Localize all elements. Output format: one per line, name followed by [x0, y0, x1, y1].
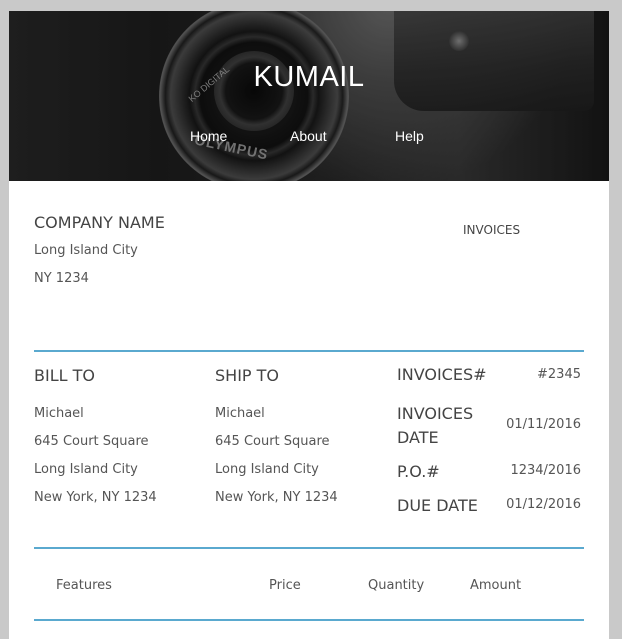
col-header-features: Features — [56, 578, 112, 593]
divider — [34, 619, 584, 621]
col-header-quantity: Quantity — [368, 578, 425, 593]
hero-banner: KO DIGITAL OLYMPUS KUMAIL Home About Hel… — [9, 11, 609, 181]
invoice-number-value: #2345 — [537, 367, 581, 382]
divider — [34, 547, 584, 549]
col-header-price: Price — [269, 578, 301, 593]
invoice-date-value: 01/11/2016 — [506, 417, 581, 432]
bill-to-name: Michael — [34, 406, 84, 421]
bill-to-heading: BILL TO — [34, 366, 95, 385]
bill-to-state: New York, NY 1234 — [34, 490, 157, 505]
ship-to-street: 645 Court Square — [215, 434, 330, 449]
divider — [34, 350, 584, 352]
col-header-amount: Amount — [470, 578, 522, 593]
nav-home-link[interactable]: Home — [190, 128, 227, 144]
due-date-label: DUE DATE — [397, 496, 478, 515]
due-date-value: 01/12/2016 — [506, 497, 581, 512]
company-state-zip: NY 1234 — [34, 271, 89, 286]
ship-to-city: Long Island City — [215, 462, 319, 477]
po-label: P.O.# — [397, 462, 440, 481]
main-nav: Home About Help — [9, 128, 609, 148]
invoices-label: INVOICES — [463, 223, 521, 237]
po-value: 1234/2016 — [510, 463, 581, 478]
company-city: Long Island City — [34, 243, 138, 258]
bill-to-city: Long Island City — [34, 462, 138, 477]
hero-overlay — [9, 11, 609, 181]
site-title: KUMAIL — [253, 61, 365, 93]
invoice-page: KO DIGITAL OLYMPUS KUMAIL Home About Hel… — [9, 11, 609, 639]
bill-to-street: 645 Court Square — [34, 434, 149, 449]
nav-about-link[interactable]: About — [290, 128, 327, 144]
company-name: COMPANY NAME — [34, 213, 165, 232]
ship-to-state: New York, NY 1234 — [215, 490, 338, 505]
nav-help-link[interactable]: Help — [395, 128, 424, 144]
ship-to-heading: SHIP TO — [215, 366, 280, 385]
invoice-date-label-line2: DATE — [397, 428, 439, 447]
ship-to-name: Michael — [215, 406, 265, 421]
invoice-date-label-line1: INVOICES — [397, 404, 474, 423]
invoice-number-label: INVOICES# — [397, 365, 487, 384]
